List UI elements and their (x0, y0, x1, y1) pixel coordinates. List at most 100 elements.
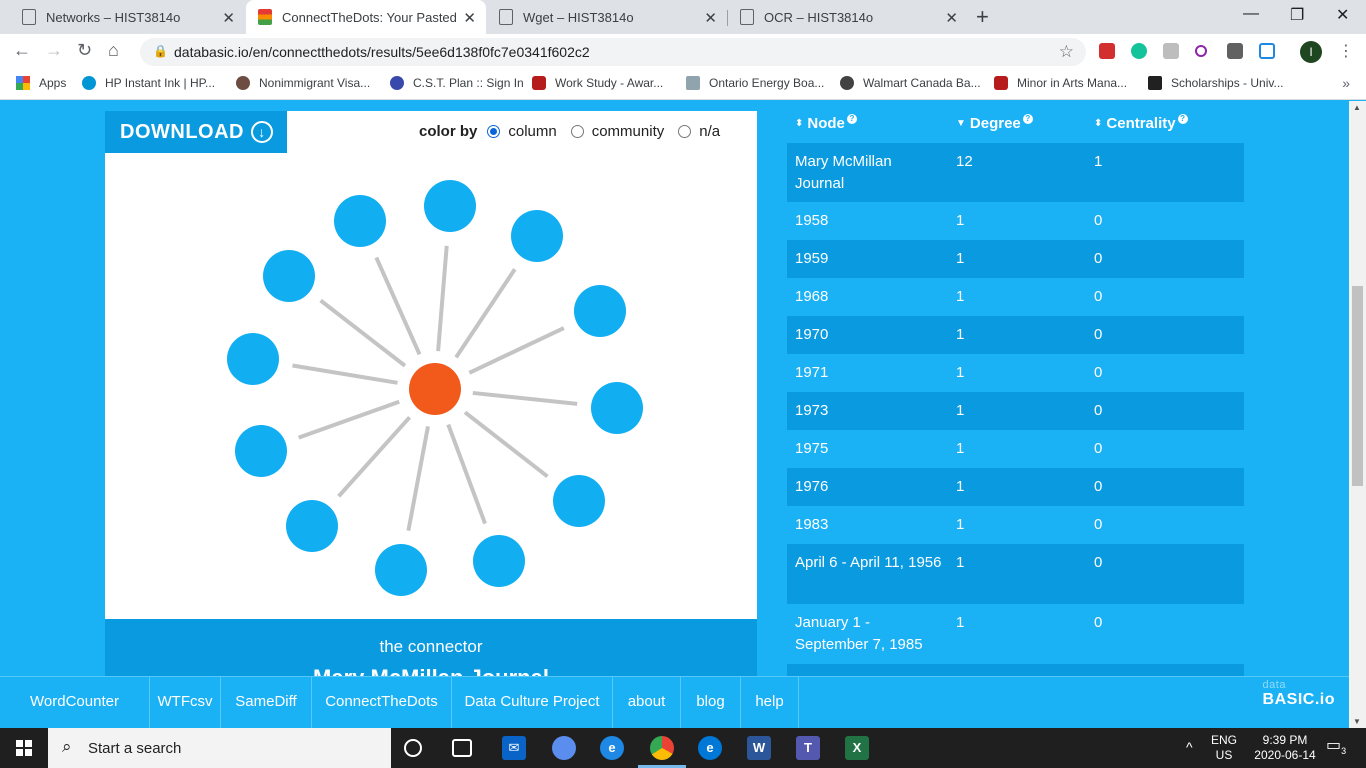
extension-icon[interactable] (1099, 43, 1115, 59)
color-option-na[interactable]: n/a (678, 123, 720, 140)
excel-icon[interactable]: X (845, 736, 869, 760)
task-view-icon[interactable] (452, 739, 472, 757)
home-icon[interactable]: ⌂ (108, 40, 119, 61)
internet-explorer-icon[interactable]: e (600, 736, 624, 760)
tab-wget[interactable]: Wget – HIST3814o ✕ (487, 0, 727, 34)
bookmark-work-study[interactable]: Work Study - Awar... (532, 76, 663, 90)
clock[interactable]: 9:39 PM 2020-06-14 (1250, 733, 1320, 763)
graph-node[interactable] (334, 195, 386, 247)
profile-avatar[interactable]: I (1300, 41, 1322, 63)
databasic-logo[interactable]: data BASIC.io (1262, 679, 1335, 709)
scrollbar[interactable]: ▲ ▼ (1349, 101, 1366, 728)
radio[interactable] (570, 125, 584, 138)
color-option-community[interactable]: community (570, 123, 664, 140)
help-icon[interactable]: ? (1022, 113, 1033, 124)
graph-node[interactable] (263, 250, 315, 302)
nav-help[interactable]: help (741, 677, 799, 729)
more-bookmarks-icon[interactable]: » (1342, 75, 1350, 91)
cortana-icon[interactable] (404, 739, 422, 757)
nav-about[interactable]: about (613, 677, 681, 729)
chrome-alt-icon[interactable] (552, 736, 576, 760)
edge-icon[interactable]: e (698, 736, 722, 760)
bookmark-visa[interactable]: Nonimmigrant Visa... (236, 76, 370, 90)
color-option-column[interactable]: column (487, 123, 557, 140)
search-extension-icon[interactable] (1195, 45, 1207, 57)
scrollbar-thumb[interactable] (1352, 286, 1363, 486)
bookmark-cst[interactable]: C.S.T. Plan :: Sign In (390, 76, 524, 90)
graph-node[interactable] (424, 180, 476, 232)
teams-icon[interactable]: T (796, 736, 820, 760)
logo-text: BASIC.io (1262, 691, 1335, 708)
graph-node[interactable] (574, 285, 626, 337)
window-close-icon[interactable]: ✕ (1336, 5, 1349, 25)
graph-node[interactable] (375, 544, 427, 596)
bookmark-walmart[interactable]: Walmart Canada Ba... (840, 76, 981, 90)
radio[interactable] (678, 125, 692, 138)
bookmark-scholarships[interactable]: Scholarships - Univ... (1148, 76, 1283, 90)
header-node[interactable]: ⬍ Node ? (795, 113, 857, 132)
close-icon[interactable]: ✕ (222, 9, 235, 27)
hypothesis-icon[interactable] (1227, 43, 1243, 59)
new-tab-button[interactable]: + (976, 4, 989, 30)
bookmark-apps[interactable]: Apps (16, 76, 66, 90)
download-button[interactable]: DOWNLOAD ↓ (105, 111, 287, 153)
bookmark-minor-arts[interactable]: Minor in Arts Mana... (994, 76, 1127, 90)
network-graph[interactable] (105, 111, 757, 619)
lock-icon[interactable]: 🔒 (153, 44, 168, 58)
cst-icon (390, 76, 404, 90)
bookmark-ontario-energy[interactable]: Ontario Energy Boa... (686, 76, 824, 90)
help-icon[interactable]: ? (846, 113, 857, 124)
menu-icon[interactable]: ⋮ (1338, 41, 1354, 61)
notification-icon[interactable]: ▭3 (1326, 737, 1346, 759)
bookmark-label: C.S.T. Plan :: Sign In (413, 76, 524, 90)
extension-icon[interactable] (1259, 43, 1275, 59)
help-icon[interactable]: ? (1177, 113, 1188, 124)
graph-node[interactable] (235, 425, 287, 477)
forward-icon[interactable]: → (45, 40, 63, 61)
address-bar[interactable]: 🔒 databasic.io/en/connectthedots/results… (140, 38, 1086, 66)
taskbar-search[interactable]: ⌕ Start a search (48, 728, 391, 768)
bookmark-star-icon[interactable]: ☆ (1059, 42, 1074, 62)
graph-hub-node[interactable] (409, 363, 461, 415)
graph-node[interactable] (553, 475, 605, 527)
nav-wordcounter[interactable]: WordCounter (0, 677, 150, 729)
centrality-cell: 0 (1094, 212, 1103, 229)
nav-connectthedots[interactable]: ConnectTheDots (312, 677, 452, 729)
graph-node[interactable] (511, 210, 563, 262)
header-centrality[interactable]: ⬍ Centrality ? (1094, 113, 1188, 132)
extension-icon[interactable] (1163, 43, 1179, 59)
bookmark-hp[interactable]: HP Instant Ink | HP... (82, 76, 215, 90)
back-icon[interactable]: ← (13, 40, 31, 61)
close-icon[interactable]: ✕ (945, 9, 958, 27)
scroll-up-icon[interactable]: ▲ (1353, 103, 1361, 112)
nav-data-culture-project[interactable]: Data Culture Project (452, 677, 613, 729)
graph-node[interactable] (227, 333, 279, 385)
windows-start-icon[interactable] (16, 740, 32, 756)
tab-ocr[interactable]: OCR – HIST3814o ✕ (728, 0, 968, 34)
grammarly-icon[interactable] (1131, 43, 1147, 59)
close-icon[interactable]: ✕ (463, 9, 476, 27)
shield-icon (532, 76, 546, 90)
language-indicator[interactable]: ENG US (1210, 733, 1238, 763)
header-degree[interactable]: ▼ Degree ? (956, 113, 1033, 132)
centrality-cell: 1 (1094, 153, 1103, 170)
scroll-down-icon[interactable]: ▼ (1353, 717, 1361, 726)
word-icon[interactable]: W (747, 736, 771, 760)
nav-wtfcsv[interactable]: WTFcsv (150, 677, 221, 729)
nav-samediff[interactable]: SameDiff (221, 677, 312, 729)
graph-node[interactable] (286, 500, 338, 552)
tab-networks[interactable]: Networks – HIST3814o ✕ (0, 0, 245, 34)
mail-icon[interactable]: ✉ (502, 736, 526, 760)
radio-selected[interactable] (487, 125, 501, 138)
minimize-icon[interactable]: — (1243, 5, 1259, 23)
tray-chevron-icon[interactable]: ^ (1186, 740, 1193, 755)
degree-cell: 1 (956, 554, 965, 571)
restore-icon[interactable]: ❐ (1290, 5, 1304, 25)
chrome-icon[interactable] (650, 736, 674, 760)
close-icon[interactable]: ✕ (704, 9, 717, 27)
graph-node[interactable] (473, 535, 525, 587)
tab-connectthedots[interactable]: ConnectTheDots: Your Pasted Da ✕ (246, 0, 486, 34)
nav-blog[interactable]: blog (681, 677, 741, 729)
graph-node[interactable] (591, 382, 643, 434)
reload-icon[interactable]: ↻ (77, 40, 92, 61)
